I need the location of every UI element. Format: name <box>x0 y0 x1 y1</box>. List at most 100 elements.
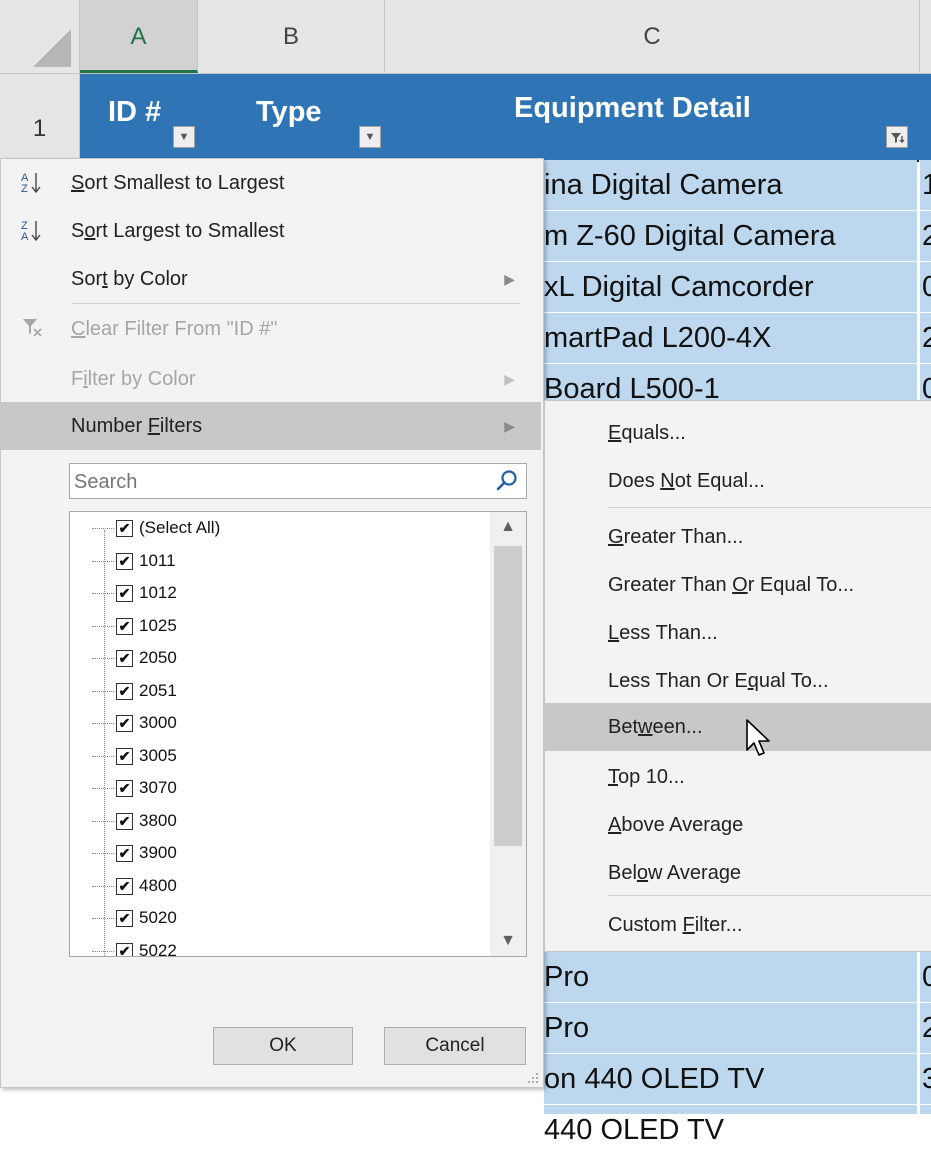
submenu-item[interactable]: Below Average <box>545 849 931 897</box>
list-item[interactable]: ✔ 1012 <box>92 577 177 609</box>
list-item-label: 1011 <box>139 550 176 570</box>
checkbox[interactable]: ✔ <box>116 617 133 635</box>
list-item[interactable]: ✔ 3000 <box>92 707 177 739</box>
checkbox[interactable]: ✔ <box>116 585 133 603</box>
cell-d[interactable]: 3 <box>920 1105 931 1114</box>
scrollbar-thumb[interactable] <box>494 546 522 846</box>
cell-c[interactable]: xL Digital Camcorder <box>544 262 917 313</box>
dropdown-arrow-icon: ▼ <box>178 131 190 143</box>
cell-d[interactable]: 0 <box>920 262 931 313</box>
resize-grip-icon[interactable] <box>527 1071 539 1083</box>
list-scrollbar[interactable]: ▲ ▼ <box>490 512 526 956</box>
submenu-label: Less Than... <box>608 622 718 644</box>
filter-values-list[interactable]: ✔ (Select All) ✔ 1011 ✔ 1012 ✔ 1025 ✔ 2050 ✔ 2051 ✔ 3… <box>69 511 527 957</box>
submenu-item[interactable]: Top 10... <box>545 753 931 801</box>
checkbox[interactable]: ✔ <box>116 812 133 830</box>
submenu-label: Custom Filter... <box>608 914 743 936</box>
filter-dropdown-type-button[interactable]: ▼ <box>359 126 381 148</box>
cell-d[interactable]: 2 <box>920 313 931 364</box>
list-item[interactable]: ✔ 4800 <box>92 870 177 902</box>
list-item[interactable]: ✔ 1011 <box>92 545 176 577</box>
checkbox[interactable]: ✔ <box>116 942 133 956</box>
submenu-item[interactable]: Above Average <box>545 801 931 849</box>
cell-c[interactable]: m Z-60 Digital Camera <box>544 211 917 262</box>
menu-label: Sort Smallest to Largest <box>71 172 285 194</box>
checkbox[interactable]: ✔ <box>116 650 133 668</box>
checkbox[interactable]: ✔ <box>116 910 133 928</box>
list-item-label: 3070 <box>139 778 177 797</box>
checkbox[interactable]: ✔ <box>116 780 133 798</box>
menu-separator <box>71 303 521 304</box>
search-icon[interactable] <box>494 468 520 494</box>
checkbox[interactable]: ✔ <box>116 520 133 538</box>
menu-label: Sort Largest to Smallest <box>71 220 285 242</box>
checkbox[interactable]: ✔ <box>116 552 133 570</box>
submenu-item[interactable]: Less Than Or Equal To... <box>545 657 931 705</box>
checkbox[interactable]: ✔ <box>116 715 133 733</box>
search-input[interactable] <box>70 464 476 500</box>
cell-c[interactable]: on 440 OLED TV <box>544 1054 917 1105</box>
tree-connector <box>92 918 114 920</box>
list-item[interactable]: ✔ 5022 <box>92 935 177 956</box>
list-item[interactable]: ✔ 3800 <box>92 805 177 837</box>
filter-dropdown-id-button[interactable]: ▼ <box>173 126 195 148</box>
list-item[interactable]: ✔ (Select All) <box>92 512 220 544</box>
list-item[interactable]: ✔ 3070 <box>92 772 177 804</box>
select-all-corner[interactable] <box>0 0 80 73</box>
search-box[interactable] <box>69 463 527 500</box>
submenu-item[interactable]: Greater Than... <box>545 513 931 561</box>
column-header-a[interactable]: A <box>80 0 198 73</box>
list-item[interactable]: ✔ 2050 <box>92 642 177 674</box>
filter-dropdown-equipment-button[interactable] <box>886 126 908 148</box>
submenu-item[interactable]: Equals... <box>545 409 931 457</box>
checkbox[interactable]: ✔ <box>116 877 133 895</box>
header-type: Type <box>256 96 322 128</box>
menu-item-sort-ascending[interactable]: AZ Sort Smallest to Largest <box>1 159 541 207</box>
list-item[interactable]: ✔ 5020 <box>92 902 177 934</box>
submenu-label: Top 10... <box>608 766 685 788</box>
cell-c[interactable]: martPad L200-4X <box>544 313 917 364</box>
column-header-c[interactable]: C <box>385 0 920 73</box>
submenu-label: Below Average <box>608 862 742 884</box>
menu-item-filter-by-color: Filter by Color ▶ <box>1 355 541 403</box>
cell-d[interactable]: 3 <box>920 1054 931 1105</box>
column-header-b[interactable]: B <box>198 0 385 73</box>
submenu-item[interactable]: Between... <box>545 703 931 751</box>
cancel-button[interactable]: Cancel <box>384 1027 526 1065</box>
cell-d[interactable]: 1 <box>920 160 931 211</box>
checkbox[interactable]: ✔ <box>116 682 133 700</box>
menu-item-clear-filter: Clear Filter From "ID #" <box>1 305 541 353</box>
ok-button[interactable]: OK <box>213 1027 353 1065</box>
list-item[interactable]: ✔ 2051 <box>92 675 177 707</box>
list-item-label: 3900 <box>139 843 177 862</box>
submenu-item[interactable]: Custom Filter... <box>545 901 931 949</box>
scroll-down-icon[interactable]: ▼ <box>490 926 526 956</box>
cell-d[interactable]: 2 <box>920 211 931 262</box>
list-item-label: 2050 <box>139 648 177 667</box>
mouse-cursor-icon <box>746 719 770 756</box>
menu-item-sort-descending[interactable]: ZA Sort Largest to Smallest <box>1 207 541 255</box>
menu-item-number-filters[interactable]: Number Filters ▶ <box>1 402 541 450</box>
cell-c[interactable]: ina Digital Camera <box>544 160 917 211</box>
scroll-up-icon[interactable]: ▲ <box>490 512 526 542</box>
checkbox[interactable]: ✔ <box>116 845 133 863</box>
menu-item-sort-by-color[interactable]: Sort by Color ▶ <box>1 255 541 303</box>
row-header-1[interactable]: 1 <box>0 74 80 160</box>
submenu-label: Equals... <box>608 422 686 444</box>
svg-text:Z: Z <box>21 183 28 195</box>
submenu-item[interactable]: Does Not Equal... <box>545 457 931 505</box>
submenu-item[interactable]: Greater Than Or Equal To... <box>545 561 931 609</box>
cell-c[interactable]: Pro <box>544 952 917 1003</box>
submenu-label: Less Than Or Equal To... <box>608 670 829 692</box>
cell-d[interactable]: 2 <box>920 1003 931 1054</box>
cell-c[interactable]: 440 OLED TV <box>544 1105 917 1156</box>
dropdown-arrow-icon: ▼ <box>364 131 376 143</box>
cell-d[interactable]: 0 <box>920 952 931 1003</box>
cell-c[interactable]: Pro <box>544 1003 917 1054</box>
list-item[interactable]: ✔ 3005 <box>92 740 177 772</box>
list-item[interactable]: ✔ 1025 <box>92 610 177 642</box>
list-item[interactable]: ✔ 3900 <box>92 837 177 869</box>
submenu-item[interactable]: Less Than... <box>545 609 931 657</box>
checkbox[interactable]: ✔ <box>116 747 133 765</box>
list-item-label: 2051 <box>139 680 177 700</box>
